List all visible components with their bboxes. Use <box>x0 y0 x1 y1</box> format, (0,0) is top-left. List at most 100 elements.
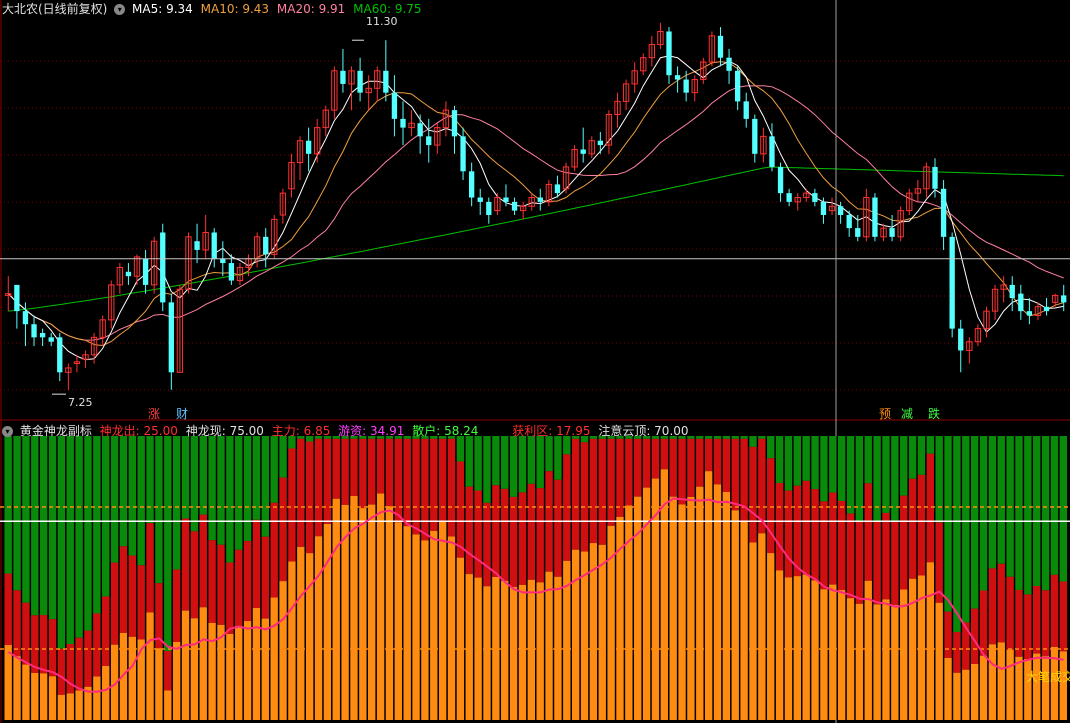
sanhu-bar <box>935 436 943 523</box>
zhuli-bar <box>31 672 39 720</box>
sanhu-bar <box>492 436 500 486</box>
zhuli-bar <box>261 618 269 720</box>
youzi-bar <box>359 438 367 509</box>
zhuli-bar <box>722 492 731 720</box>
high-price-label: 11.30 <box>366 15 398 28</box>
zhuli-bar <box>811 580 819 720</box>
sanhu-bar <box>465 436 473 487</box>
sanhu-bar <box>713 436 722 439</box>
youzi-bar <box>979 590 988 656</box>
youzi-bar <box>704 438 713 472</box>
zhuli-bar <box>944 657 952 720</box>
youzi-bar <box>217 544 225 625</box>
candle-down <box>940 188 947 237</box>
zhuli-bar <box>288 561 296 720</box>
candle-down <box>391 92 398 119</box>
sanhu-bar <box>820 436 828 502</box>
sanhu-bar <box>48 436 57 620</box>
youzi-bar <box>39 615 48 674</box>
sanhu-bar <box>545 436 553 472</box>
zhuli-bar <box>846 598 855 720</box>
youzi-bar <box>1050 574 1059 647</box>
zhuli-bar <box>75 690 83 720</box>
indicator-sanhu: 散户: 58.24 <box>412 424 479 438</box>
youzi-bar <box>243 541 252 622</box>
sanhu-bar <box>970 436 979 609</box>
large-trade-label: 大笔成交 <box>1026 670 1070 684</box>
youzi-bar <box>873 521 881 605</box>
candle-down <box>580 149 586 154</box>
youzi-bar <box>146 523 154 613</box>
candle-down <box>486 201 492 215</box>
sanhu-bar <box>235 436 243 550</box>
candle-down <box>125 271 132 277</box>
youzi-bar <box>678 438 686 505</box>
zhuli-bar <box>48 676 57 720</box>
sanhu-bar <box>1059 436 1067 582</box>
sanhu-bar <box>988 436 997 569</box>
zhuli-bar <box>385 506 394 720</box>
youzi-bar <box>775 482 784 571</box>
youzi-bar <box>784 490 793 578</box>
signal-yu: 预 <box>879 407 892 421</box>
zhuli-bar <box>243 621 252 720</box>
candle-down <box>57 337 63 373</box>
youzi-bar <box>891 521 899 605</box>
zhuli-bar <box>4 645 12 720</box>
youzi-bar <box>749 446 757 543</box>
sanhu-bar <box>102 436 110 597</box>
candle-down <box>1009 284 1015 299</box>
youzi-bar <box>208 540 216 623</box>
main-chart-header: 大北农(日线前复权) ▾ MA5: 9.34 MA10: 9.43 MA20: … <box>2 0 422 17</box>
indicator-yunding: 注意云顶: 70.00 <box>598 424 689 438</box>
zhuli-bar <box>332 498 340 720</box>
youzi-bar <box>580 442 589 552</box>
youzi-bar <box>767 458 775 554</box>
zhuli-bar <box>270 597 278 720</box>
youzi-bar <box>22 602 30 665</box>
candle-down <box>674 75 681 80</box>
sanhu-bar <box>767 436 775 459</box>
youzi-bar <box>669 438 677 497</box>
youzi-bar <box>110 562 119 645</box>
sanhu-bar <box>554 436 562 480</box>
chevron-down-icon[interactable]: ▾ <box>114 4 126 15</box>
sanhu-bar <box>39 436 48 616</box>
sanhu-bar <box>208 436 216 541</box>
candle-down <box>666 31 672 76</box>
youzi-bar <box>616 438 624 517</box>
zhuli-bar <box>669 496 677 720</box>
sanhu-bar <box>829 436 837 493</box>
sanhu-bar <box>66 436 74 644</box>
zhuli-bar <box>1015 656 1023 720</box>
candle-down <box>743 101 749 119</box>
sanhu-bar <box>137 436 145 566</box>
chevron-down-icon[interactable]: ▾ <box>2 426 13 437</box>
sanhu-bar <box>128 436 136 556</box>
sanhu-bar <box>199 436 207 515</box>
youzi-bar <box>270 502 278 598</box>
candle-down <box>263 236 269 255</box>
sanhu-bar <box>483 436 491 503</box>
stock-title: 大北农(日线前复权) <box>2 2 108 16</box>
zhuli-bar <box>1006 649 1014 720</box>
sanhu-bar <box>873 436 881 522</box>
youzi-bar <box>332 438 340 499</box>
sanhu-bar <box>181 436 190 519</box>
youzi-bar <box>651 438 660 479</box>
candle-down <box>777 166 784 194</box>
candle-down <box>726 57 732 71</box>
sanhu-bar <box>1041 436 1050 591</box>
stock-chart[interactable] <box>0 0 1070 723</box>
sanhu-bar <box>882 436 890 513</box>
sanhu-bar <box>110 436 119 563</box>
youzi-bar <box>368 438 376 505</box>
zhuli-bar <box>900 589 908 720</box>
youzi-bar <box>305 441 314 554</box>
zhuli-bar <box>305 553 314 720</box>
zhuli-bar <box>935 602 943 720</box>
sanhu-bar <box>75 436 83 638</box>
indicator-shenlongchu: 神龙出: 25.00 <box>99 424 178 438</box>
candle-down <box>383 70 389 93</box>
zhuli-bar <box>314 536 323 720</box>
